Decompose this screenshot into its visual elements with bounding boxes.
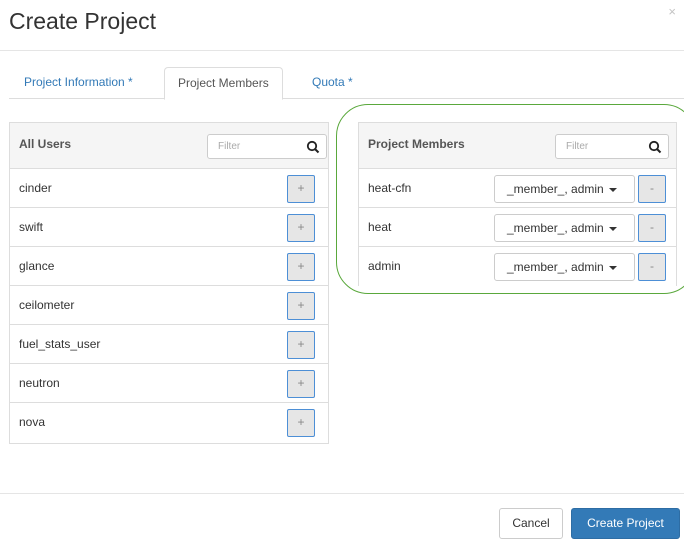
header-divider: [0, 50, 684, 51]
modal-title: Create Project: [9, 8, 157, 34]
caret-down-icon: [608, 226, 617, 231]
add-user-button[interactable]: +: [287, 331, 315, 359]
remove-member-button[interactable]: -: [638, 214, 666, 242]
user-name: glance: [19, 259, 55, 273]
all-users-panel: All Users cinder + swift + glance + ceil…: [9, 122, 329, 444]
remove-member-button[interactable]: -: [638, 253, 666, 281]
user-name: fuel_stats_user: [19, 337, 101, 351]
user-row-swift: swift +: [10, 208, 328, 247]
tab-project-members[interactable]: Project Members: [164, 67, 283, 100]
tab-bar: Project Information * Project Members Qu…: [9, 67, 684, 100]
add-user-button[interactable]: +: [287, 409, 315, 437]
project-members-filter-input[interactable]: [556, 135, 642, 158]
user-row-neutron: neutron +: [10, 364, 328, 403]
all-users-header: All Users: [10, 123, 328, 169]
project-members-panel: Project Members heat-cfn _member_, admin…: [358, 122, 677, 286]
user-row-cinder: cinder +: [10, 169, 328, 208]
role-dropdown[interactable]: _member_, admin: [494, 253, 635, 281]
tab-project-information[interactable]: Project Information *: [11, 67, 146, 99]
remove-member-button[interactable]: -: [638, 175, 666, 203]
add-user-button[interactable]: +: [287, 253, 315, 281]
user-name: cinder: [19, 181, 52, 195]
member-row-heat: heat _member_, admin -: [359, 208, 676, 247]
user-row-glance: glance +: [10, 247, 328, 286]
project-members-filter: [555, 134, 669, 159]
all-users-filter-input[interactable]: [208, 135, 298, 158]
role-dropdown[interactable]: _member_, admin: [494, 175, 635, 203]
user-name: nova: [19, 415, 46, 429]
role-dropdown-value: _member_, admin: [507, 221, 604, 235]
all-users-filter: [207, 134, 327, 159]
footer-divider: [0, 493, 684, 494]
caret-down-icon: [608, 187, 617, 192]
role-dropdown-value: _member_, admin: [507, 260, 604, 274]
member-name: heat: [368, 220, 392, 234]
close-icon[interactable]: ×: [668, 5, 676, 19]
user-name: ceilometer: [19, 298, 75, 312]
add-user-button[interactable]: +: [287, 175, 315, 203]
add-user-button[interactable]: +: [287, 214, 315, 242]
project-members-header: Project Members: [359, 123, 676, 169]
user-name: swift: [19, 220, 43, 234]
caret-down-icon: [608, 265, 617, 270]
member-name: heat-cfn: [368, 181, 412, 195]
create-project-button[interactable]: Create Project: [571, 508, 680, 539]
cancel-button[interactable]: Cancel: [499, 508, 563, 539]
add-user-button[interactable]: +: [287, 292, 315, 320]
tab-quota[interactable]: Quota *: [299, 67, 366, 99]
member-name: admin: [368, 259, 401, 273]
user-row-nova: nova +: [10, 403, 328, 442]
all-users-title: All Users: [19, 137, 72, 151]
search-icon[interactable]: [306, 140, 320, 154]
member-row-heat-cfn: heat-cfn _member_, admin -: [359, 169, 676, 208]
search-icon[interactable]: [648, 140, 662, 154]
user-row-fuel-stats-user: fuel_stats_user +: [10, 325, 328, 364]
add-user-button[interactable]: +: [287, 370, 315, 398]
project-members-title: Project Members: [368, 137, 465, 151]
member-row-admin: admin _member_, admin -: [359, 247, 676, 286]
role-dropdown-value: _member_, admin: [507, 182, 604, 196]
user-row-ceilometer: ceilometer +: [10, 286, 328, 325]
role-dropdown[interactable]: _member_, admin: [494, 214, 635, 242]
user-name: neutron: [19, 376, 60, 390]
